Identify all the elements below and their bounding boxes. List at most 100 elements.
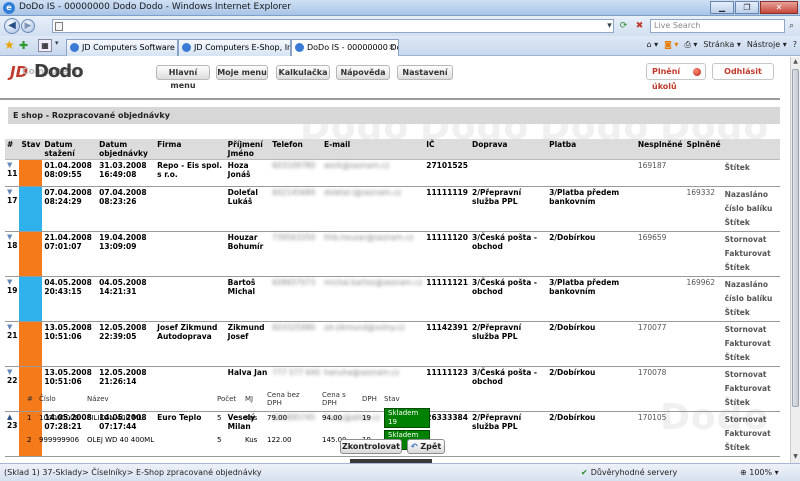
tools-menu[interactable]: Nástroje ▾ [747, 40, 787, 50]
tab-jd-software[interactable]: JD Computers Software na... [66, 39, 178, 56]
status-color-cell [19, 159, 43, 187]
fulfilled [684, 411, 723, 457]
tab-jd-eshop[interactable]: JD Computers E-Shop, Inte... [178, 39, 291, 56]
row-number[interactable]: ▼ 17 [5, 186, 20, 232]
row-action-link[interactable]: Stornovat [725, 413, 778, 427]
col-header[interactable]: Příjmení Jméno [225, 139, 271, 160]
menu-calculator-button[interactable]: Kalkulačka [276, 65, 330, 80]
tab-list-arrow-icon[interactable]: ▾ [55, 39, 59, 47]
expand-arrow-icon[interactable]: ▼ [7, 161, 17, 169]
add-favorite-icon[interactable]: ✚ [19, 39, 28, 52]
col-header[interactable]: Telefon [270, 139, 322, 160]
url-input[interactable] [52, 19, 614, 33]
col-header[interactable]: Doprava [470, 139, 548, 160]
scroll-up-icon[interactable]: ▲ [792, 58, 799, 67]
tab-close-icon[interactable]: ✕ [388, 40, 395, 55]
quick-tabs-icon[interactable]: ▦ [38, 39, 52, 52]
row-number[interactable]: ▼ 21 [5, 321, 20, 367]
minimize-button[interactable]: ▁ [710, 1, 734, 14]
row-number[interactable]: ▼ 22 [5, 366, 20, 412]
dropdown-arrow-icon[interactable]: ▾ [602, 19, 617, 33]
stop-icon[interactable]: ✖ [632, 19, 647, 33]
row-action-link[interactable]: Štítek [725, 161, 778, 175]
zoom-control[interactable]: ⊕ 100% ▾ [740, 468, 779, 477]
row-action-link[interactable]: Fakturovat [725, 247, 778, 261]
security-zone[interactable]: ✔ Důvěryhodné servery [581, 468, 677, 477]
close-button[interactable]: ✕ [760, 1, 798, 14]
logout-button[interactable]: Odhlásit [712, 63, 774, 80]
expand-arrow-icon[interactable]: ▼ [7, 368, 17, 376]
row-action-link[interactable]: Štítek [725, 216, 778, 230]
print-icon[interactable]: ⎙ ▾ [684, 40, 697, 50]
email: zd-zikmund@volny.cz [321, 321, 425, 367]
col-header[interactable]: Stav [19, 139, 43, 160]
row-action-link[interactable]: Štítek [725, 441, 778, 455]
row-action-link[interactable]: Štítek [725, 306, 778, 320]
row-action-link[interactable]: Stornovat [725, 368, 778, 382]
refresh-icon[interactable]: ⟳ [616, 19, 631, 33]
row-action-link[interactable]: Fakturovat [725, 337, 778, 351]
col-header[interactable]: Splněné [684, 139, 723, 160]
vertical-scrollbar[interactable]: ▲ ▼ [790, 57, 800, 463]
row-action-link[interactable]: Nazasláno číslo balíku [725, 278, 778, 306]
row-action-link[interactable]: Nazasláno číslo balíku [725, 188, 778, 216]
table-row[interactable]: ▼ 19 04.05.2008 20:43:15 04.05.2008 14:21:3… [5, 276, 780, 322]
maximize-button[interactable]: ❐ [735, 1, 759, 14]
page-menu[interactable]: Stránka ▾ [703, 40, 740, 50]
row-action-link[interactable]: Stornovat [725, 323, 778, 337]
scroll-thumb[interactable] [792, 69, 799, 407]
row-action-link[interactable]: Štítek [725, 396, 778, 410]
shipping: 3/Česká pošta - obchod [470, 366, 548, 412]
menu-my-button[interactable]: Moje menu [216, 65, 268, 80]
unfulfilled: 170105 [635, 411, 685, 457]
search-input[interactable]: Live Search [650, 19, 785, 33]
scroll-down-icon[interactable]: ▼ [792, 453, 799, 462]
row-action-link[interactable]: Stornovat [725, 233, 778, 247]
tab-dodo-is[interactable]: DoDo IS - 00000000 Do... ✕ [291, 39, 399, 56]
back-page-button[interactable]: ↶ Zpět [407, 439, 445, 454]
tasks-button[interactable]: Plnění úkolů [646, 63, 706, 91]
company-id: 27101525 [424, 159, 470, 187]
row-number[interactable]: ▼ 18 [5, 231, 20, 277]
col-header[interactable]: Platba [547, 139, 636, 160]
item-row[interactable]: 1 100000008 SILIKON 400 ML 5 Kus 79.00 94.00 19… [24, 407, 441, 429]
row-action-link[interactable]: Fakturovat [725, 427, 778, 441]
col-header[interactable]: E-mail [321, 139, 425, 160]
menu-help-button[interactable]: Nápověda [336, 65, 390, 80]
col-header[interactable]: Datum stažení [42, 139, 98, 160]
forward-button[interactable]: ▶ [21, 19, 35, 33]
table-row[interactable]: ▼ 11 01.04.2008 08:09:55 31.03.2008 16:49:0… [5, 159, 780, 187]
row-action-link[interactable]: Štítek [725, 351, 778, 365]
menu-settings-button[interactable]: Nastavení [397, 65, 453, 80]
col-header[interactable]: IČ [424, 139, 470, 160]
row-action-link[interactable]: Štítek [725, 261, 778, 275]
col-header[interactable]: # [5, 139, 20, 160]
row-number[interactable]: ▲ 23 [5, 411, 20, 457]
expand-arrow-icon[interactable]: ▼ [7, 233, 17, 241]
feeds-icon[interactable]: ◙ ▾ [664, 40, 678, 50]
back-button[interactable]: ◀ [4, 18, 20, 34]
expand-arrow-icon[interactable]: ▼ [7, 323, 17, 331]
favorites-star-icon[interactable]: ★ [4, 38, 15, 52]
col-header[interactable]: Firma [155, 139, 226, 160]
item-number: 999999906 [39, 436, 80, 444]
home-icon[interactable]: ⌂ ▾ [646, 40, 658, 50]
row-action-link[interactable]: Fakturovat [725, 382, 778, 396]
expand-arrow-icon[interactable]: ▼ [7, 278, 17, 286]
shipping: 3/Česká pošta - obchod [470, 276, 548, 322]
table-row[interactable]: ▼ 17 07.04.2008 08:24:29 07.04.2008 08:23:2… [5, 186, 780, 232]
help-icon[interactable]: ? [793, 40, 797, 50]
col-header[interactable]: Nesplněné [635, 139, 685, 160]
check-button[interactable]: Zkontrolovat [340, 439, 402, 454]
table-row[interactable]: ▼ 21 13.05.2008 10:51:06 12.05.2008 22:39:0… [5, 321, 780, 367]
expand-arrow-icon[interactable]: ▲ [7, 413, 17, 421]
search-icon[interactable]: ⌕ [785, 19, 798, 33]
row-number[interactable]: ▼ 11 [5, 159, 20, 187]
table-row[interactable]: ▼ 18 21.04.2008 07:01:07 19.04.2008 13:09:0… [5, 231, 780, 277]
menu-main-button[interactable]: Hlavní menu [156, 65, 210, 90]
item-name: SILIKON 400 ML [87, 414, 143, 422]
row-number[interactable]: ▼ 19 [5, 276, 20, 322]
tab-favicon-icon [182, 43, 191, 52]
col-header[interactable]: Datum objednávky [97, 139, 156, 160]
expand-arrow-icon[interactable]: ▼ [7, 188, 17, 196]
